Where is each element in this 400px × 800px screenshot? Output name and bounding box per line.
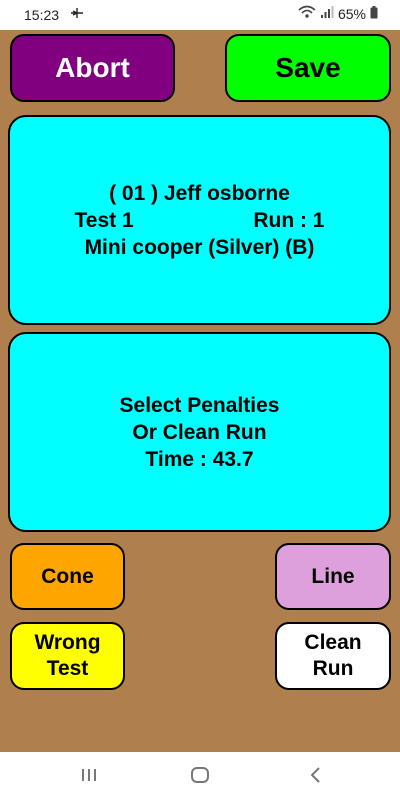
clean-run-label-2: Run [312, 657, 354, 680]
home-icon[interactable] [189, 764, 211, 791]
signal-icon [320, 5, 334, 22]
recents-icon[interactable] [78, 764, 100, 791]
test-run-row: Test 1 Run : 1 [75, 207, 325, 234]
clean-run-button[interactable]: Clean Run [275, 622, 391, 690]
battery-percent: 65% [337, 5, 366, 22]
back-icon[interactable] [305, 764, 327, 791]
penalty-instruction-1: Select Penalties [119, 393, 280, 417]
run-number: Run : 1 [253, 208, 325, 232]
navigation-bar [0, 752, 400, 800]
cone-button-label: Cone [41, 564, 94, 588]
wifi-icon [298, 5, 316, 22]
competitor-name: ( 01 ) Jeff osborne [109, 181, 290, 205]
penalty-instruction-2: Or Clean Run [132, 420, 267, 444]
line-button-label: Line [311, 564, 355, 588]
abort-button-label: Abort [55, 52, 130, 83]
status-indicators: 65% [298, 5, 378, 22]
car-description: Mini cooper (Silver) (B) [84, 235, 315, 259]
driver-info-panel: ( 01 ) Jeff osborne Test 1 Run : 1 Mini … [8, 115, 391, 325]
airplane-icon [70, 6, 84, 23]
test-number: Test 1 [74, 208, 134, 232]
save-button-label: Save [275, 52, 341, 83]
status-bar: 15:23 65% [0, 0, 400, 30]
wrong-test-label-2: Test [46, 657, 89, 680]
run-time: Time : 43.7 [145, 447, 254, 471]
penalty-panel: Select Penalties Or Clean Run Time : 43.… [8, 332, 391, 532]
wrong-test-label-1: Wrong [34, 631, 101, 654]
save-button[interactable]: Save [225, 34, 391, 102]
status-time: 15:23 [24, 7, 60, 23]
line-button[interactable]: Line [275, 543, 391, 610]
wrong-test-button[interactable]: Wrong Test [10, 622, 125, 690]
clean-run-label-1: Clean [304, 631, 362, 654]
battery-icon [370, 5, 378, 22]
cone-button[interactable]: Cone [10, 543, 125, 610]
abort-button[interactable]: Abort [10, 34, 175, 102]
